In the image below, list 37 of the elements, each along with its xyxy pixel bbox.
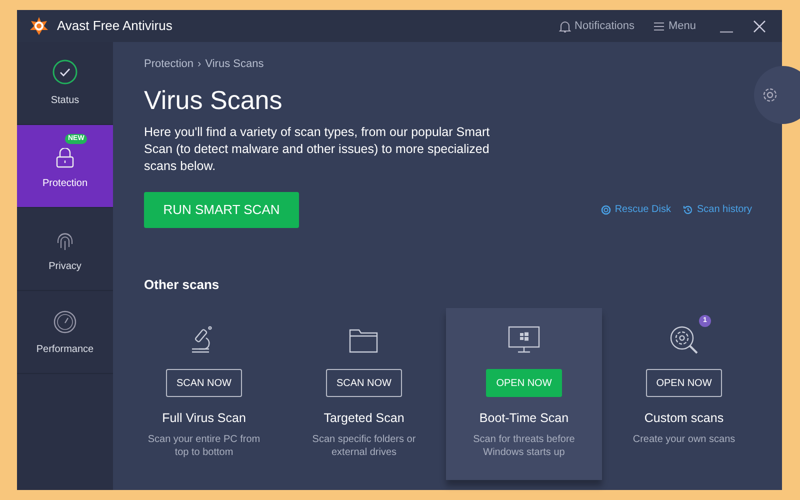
close-icon[interactable] bbox=[753, 20, 766, 32]
sidebar-item[interactable]: Performance bbox=[17, 291, 113, 374]
notifications-button[interactable]: Notifications bbox=[574, 18, 634, 34]
intro-text: Here you'll find a variety of scan types, from our popular Smart Scan (to detect malware and other issues) to more specialized scans below. bbox=[144, 124, 491, 174]
scan-description: Scan for threats before Windows starts up bbox=[472, 432, 576, 459]
scan-title: Full Virus Scan bbox=[162, 410, 246, 427]
monitor-icon bbox=[508, 326, 540, 354]
scan-title: Targeted Scan bbox=[324, 410, 404, 427]
menu-button[interactable]: Menu bbox=[668, 18, 696, 34]
folder-icon bbox=[349, 327, 379, 353]
fingerprint-icon bbox=[56, 230, 74, 250]
check-circle-icon bbox=[52, 58, 78, 84]
scan-button[interactable]: OPEN NOW bbox=[646, 369, 722, 397]
bell-icon bbox=[558, 20, 571, 32]
window-title: Avast Free Antivirus bbox=[57, 17, 172, 36]
lock-icon bbox=[56, 148, 74, 168]
scan-title: Custom scans bbox=[644, 410, 724, 427]
settings-icon bbox=[762, 87, 778, 103]
scan-description: Create your own scans bbox=[632, 432, 736, 446]
settings-button[interactable] bbox=[754, 66, 800, 124]
section-title: Other scans bbox=[144, 276, 220, 294]
sidebar-item[interactable]: Privacy bbox=[17, 208, 113, 291]
lifebuoy-icon bbox=[600, 204, 611, 214]
scan-description: Scan specific folders or external drives bbox=[311, 432, 417, 459]
scan-description: Scan your entire PC from top to bottom bbox=[146, 432, 262, 459]
breadcrumb: Protection › Virus Scans bbox=[144, 57, 265, 72]
gauge-icon bbox=[53, 310, 77, 334]
scan-button[interactable]: SCAN NOW bbox=[326, 369, 402, 397]
scan-title: Boot-Time Scan bbox=[479, 410, 569, 427]
page-heading: Virus Scans bbox=[144, 86, 284, 112]
logo-icon bbox=[29, 16, 49, 36]
menu-icon bbox=[654, 22, 664, 30]
scan-button[interactable]: SCAN NOW bbox=[166, 369, 242, 397]
rescue-link[interactable]: Rescue Disk bbox=[600, 202, 671, 217]
history-icon bbox=[682, 204, 693, 214]
history-link[interactable]: Scan history bbox=[682, 202, 752, 217]
gear-search-icon bbox=[669, 325, 699, 355]
